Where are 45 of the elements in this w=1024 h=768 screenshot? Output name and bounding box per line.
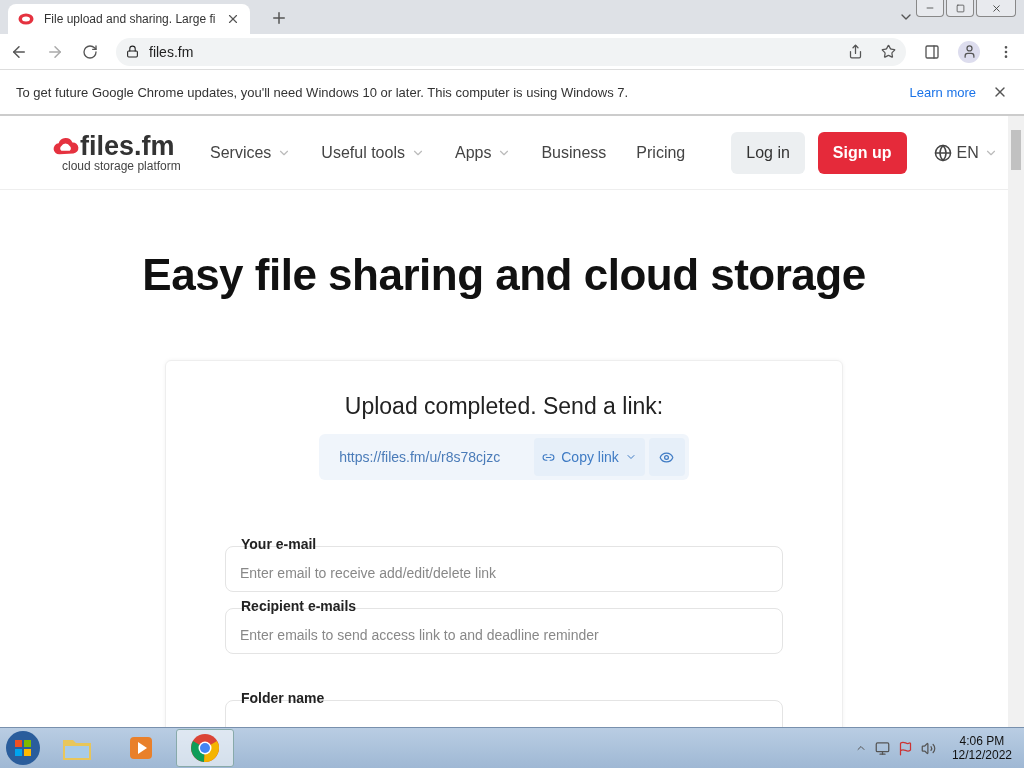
url-text: files.fm <box>149 43 195 60</box>
update-message: To get future Google Chrome updates, you'll need Windows 10 or later. This computer is using Windows 7. <box>16 84 630 100</box>
nav-link[interactable]: Useful tools <box>321 143 425 162</box>
nav-link[interactable]: Business <box>541 143 607 162</box>
nav-link[interactable]: Pricing <box>636 143 686 162</box>
logo-text[interactable]: files.fm <box>80 133 175 160</box>
start-button[interactable] <box>4 729 42 767</box>
volume-icon[interactable] <box>920 740 936 756</box>
card-title: Upload completed. Send a link: <box>344 393 664 420</box>
share-icon[interactable] <box>848 44 863 59</box>
restore-icon <box>955 3 965 13</box>
field-label: Folder name <box>240 690 326 706</box>
close-window-button[interactable] <box>976 0 1016 17</box>
nav-link[interactable]: Apps <box>454 143 512 162</box>
preview-button[interactable] <box>648 438 685 476</box>
page-heading: Easy file sharing and cloud storage <box>141 250 867 300</box>
address-bar[interactable]: files.fm <box>116 37 906 66</box>
chrome-icon <box>190 733 220 763</box>
site-favicon <box>18 13 34 25</box>
network-icon[interactable] <box>874 740 890 756</box>
globe-icon <box>933 143 952 162</box>
scroll-thumb[interactable] <box>1011 130 1021 170</box>
restore-button[interactable] <box>946 0 974 17</box>
side-panel-icon[interactable] <box>924 43 940 60</box>
lock-icon <box>126 45 139 58</box>
copy-link-button[interactable]: Copy link <box>534 438 645 476</box>
minimize-button[interactable] <box>916 0 944 17</box>
learn-more-link[interactable]: Learn more <box>909 84 976 100</box>
reload-icon[interactable] <box>82 43 98 60</box>
eye-icon <box>659 449 675 465</box>
language-selector[interactable]: EN <box>933 143 998 162</box>
taskbar-app[interactable] <box>176 729 234 767</box>
close-icon <box>990 2 1002 14</box>
signup-button[interactable]: Sign up <box>817 131 907 174</box>
logo-tagline: cloud storage platform <box>61 160 182 172</box>
media-player-icon <box>127 734 155 762</box>
bookmark-star-icon[interactable] <box>881 44 896 59</box>
flag-icon[interactable] <box>897 740 913 756</box>
new-tab-icon[interactable] <box>270 9 288 27</box>
profile-icon[interactable] <box>958 40 980 63</box>
nav-link[interactable]: Services <box>210 143 292 162</box>
login-button[interactable]: Log in <box>731 131 805 174</box>
share-link[interactable]: https://files.fm/u/r8s78cjzc <box>323 449 531 465</box>
clock[interactable]: 4:06 PM 12/12/2022 <box>951 734 1012 762</box>
close-tab-icon[interactable] <box>226 12 240 26</box>
